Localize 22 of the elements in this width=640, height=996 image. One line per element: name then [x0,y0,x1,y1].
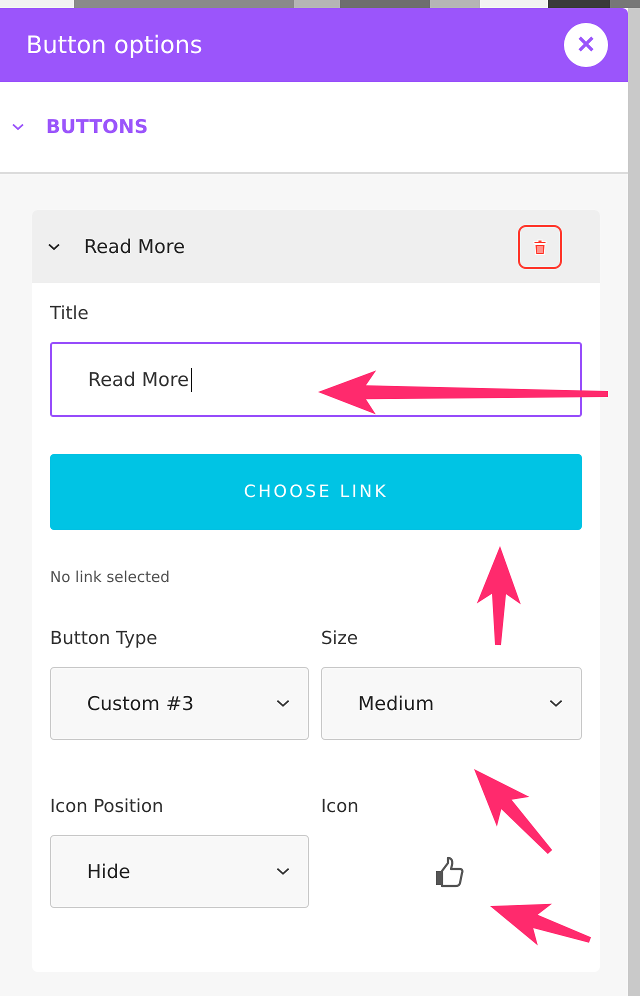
dropdown[interactable]: Custom #3 [50,667,309,740]
chevron-icon [549,699,563,708]
link-status: No link selected [50,568,171,586]
field-label: Button Type [50,628,158,649]
trash-icon [533,238,547,254]
field-label: Size [321,628,359,649]
chevron-icon [276,699,290,708]
dropdown[interactable]: Hide [50,835,309,908]
field-label: Icon Position [50,796,164,817]
item-title: Read More [84,236,186,258]
dropdown[interactable]: Medium [321,667,582,740]
chevron-icon [276,867,290,876]
field-label: Icon [321,796,360,817]
field-value: Read More [88,368,189,390]
close-button[interactable]: × [564,23,608,67]
title-field[interactable]: Read More [50,342,582,417]
item-header[interactable]: Read More [32,210,600,283]
field-label: Title [50,303,90,324]
dialog-title: Button options [26,31,202,59]
section-header[interactable]: BUTTONS [0,82,628,174]
delete-button[interactable] [518,224,562,268]
section-title: BUTTONS [46,116,148,138]
